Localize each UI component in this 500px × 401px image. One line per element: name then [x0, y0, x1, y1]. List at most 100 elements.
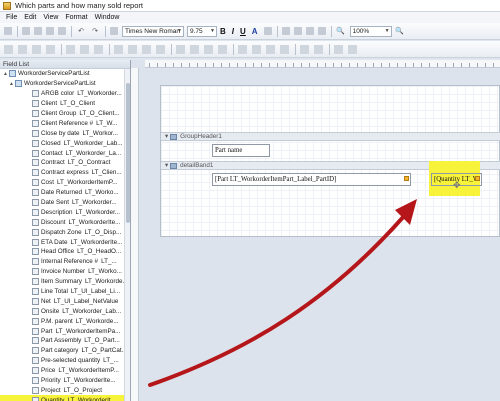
- align-left-icon[interactable]: [281, 27, 290, 35]
- justify-icon[interactable]: [317, 27, 326, 35]
- undo-icon[interactable]: ↶: [76, 26, 86, 36]
- bold-button[interactable]: B: [220, 27, 226, 36]
- delete-icon[interactable]: [58, 27, 66, 35]
- align-tops-icon[interactable]: [66, 44, 75, 54]
- h-spacing-increase-icon[interactable]: [190, 44, 199, 54]
- bring-to-front-icon[interactable]: [334, 44, 343, 54]
- field-list-item[interactable]: Pre-selected quantity LT_...: [0, 356, 130, 366]
- ruler-tick: [357, 63, 358, 67]
- field-list-item[interactable]: Discount LT_WorkorderIte...: [0, 217, 130, 227]
- highlight-color-icon[interactable]: [263, 27, 272, 35]
- same-height-icon[interactable]: [142, 44, 151, 54]
- field-list-item[interactable]: ETA Date LT_WorkorderIte...: [0, 237, 130, 247]
- cut-icon[interactable]: [22, 27, 30, 35]
- collapse-icon[interactable]: ▾: [165, 133, 168, 140]
- field-list-item[interactable]: Part LT_WorkorderItemPa...: [0, 326, 130, 336]
- field-list-item[interactable]: Priority LT_WorkorderIte...: [0, 376, 130, 386]
- zoom-out-icon[interactable]: 🔍: [336, 26, 346, 36]
- menu-view[interactable]: View: [43, 14, 58, 21]
- redo-icon[interactable]: ↷: [90, 26, 100, 36]
- field-list-item[interactable]: Contact LT_Workorder_La...: [0, 148, 130, 158]
- field-list-item[interactable]: Date Sent LT_Workorder...: [0, 198, 130, 208]
- field-list-item[interactable]: Quantity LT_WorkorderIt...: [0, 395, 130, 401]
- field-list-item[interactable]: Cost LT_WorkorderItemP...: [0, 178, 130, 188]
- v-spacing-decrease-icon[interactable]: [266, 44, 275, 54]
- font-color-button[interactable]: A: [252, 27, 258, 36]
- field-list-item[interactable]: Project LT_O_Project: [0, 386, 130, 396]
- align-lefts-icon[interactable]: [18, 44, 27, 54]
- menu-edit[interactable]: Edit: [24, 14, 36, 21]
- zoom-select[interactable]: 100% ▼: [349, 25, 392, 37]
- underline-button[interactable]: U: [240, 27, 246, 36]
- font-size-select[interactable]: 9.75 ▼: [187, 25, 217, 37]
- collapse-icon[interactable]: ▲: [9, 81, 14, 87]
- align-rights-icon[interactable]: [46, 44, 55, 54]
- smart-tag-icon[interactable]: [404, 176, 409, 181]
- part-name-header-cell[interactable]: Part name: [212, 144, 270, 157]
- pointer-icon[interactable]: [110, 27, 118, 35]
- field-list-item[interactable]: Closed LT_Workorder_Lab...: [0, 138, 130, 148]
- field-list-item[interactable]: Contract express LT_Clien...: [0, 168, 130, 178]
- field-list-item[interactable]: Line Total LT_UI_Label_Li...: [0, 287, 130, 297]
- field-list-item[interactable]: Item Summary LT_Workorde...: [0, 277, 130, 287]
- field-list-item[interactable]: Price LT_WorkorderItemP...: [0, 366, 130, 376]
- field-list-item[interactable]: Contract LT_O_Contract: [0, 158, 130, 168]
- smart-tag-icon[interactable]: [475, 176, 480, 181]
- v-spacing-remove-icon[interactable]: [280, 44, 289, 54]
- zoom-in-icon[interactable]: 🔍: [395, 26, 405, 36]
- v-spacing-equal-icon[interactable]: [238, 44, 247, 54]
- align-to-grid-icon[interactable]: [4, 44, 13, 54]
- field-list-item[interactable]: Client LT_O_Client: [0, 99, 130, 109]
- align-center-icon[interactable]: [293, 27, 302, 35]
- same-width-icon[interactable]: [114, 44, 123, 54]
- menu-file[interactable]: File: [6, 14, 17, 21]
- align-centers-icon[interactable]: [32, 44, 41, 54]
- v-spacing-increase-icon[interactable]: [252, 44, 261, 54]
- paste-icon[interactable]: [46, 27, 54, 35]
- field-list-item[interactable]: Invoice Number LT_Worko...: [0, 267, 130, 277]
- field-list-item[interactable]: Dispatch Zone LT_O_Disp...: [0, 227, 130, 237]
- field-list-scrollbar[interactable]: [124, 69, 130, 401]
- menu-window[interactable]: Window: [95, 14, 120, 21]
- field-icon: [32, 307, 39, 315]
- field-list-item[interactable]: Head Office LT_O_HeadO...: [0, 247, 130, 257]
- field-list-item[interactable]: ARGB color LT_Workorder...: [0, 89, 130, 99]
- center-horizontally-icon[interactable]: [300, 44, 309, 54]
- field-list-item[interactable]: Date Returned LT_Worko...: [0, 188, 130, 198]
- tree-group-node[interactable]: ▲ WorkorderServicePartList: [0, 79, 130, 89]
- menu-format[interactable]: Format: [65, 14, 87, 21]
- ruler-tick: [269, 63, 270, 67]
- ruler-tick: [325, 63, 326, 67]
- same-size-icon[interactable]: [156, 44, 165, 54]
- field-list-item[interactable]: Onsite LT_Workorder_Lab...: [0, 306, 130, 316]
- field-icon: [32, 367, 39, 375]
- field-list-item[interactable]: P.M. parent LT_Workorde...: [0, 316, 130, 326]
- collapse-icon[interactable]: ▲: [3, 71, 8, 77]
- field-list-item[interactable]: Part category LT_O_PartCat...: [0, 346, 130, 356]
- field-list-item[interactable]: Client Group LT_O_Client...: [0, 109, 130, 119]
- group-header-band[interactable]: ▾ GroupHeader1: [161, 132, 500, 141]
- send-to-back-icon[interactable]: [348, 44, 357, 54]
- font-name-select[interactable]: Times New Roman ▼: [122, 25, 184, 37]
- field-list-item[interactable]: Internal Reference # LT_...: [0, 257, 130, 267]
- align-right-icon[interactable]: [305, 27, 314, 35]
- size-to-grid-icon[interactable]: [128, 44, 137, 54]
- align-middles-icon[interactable]: [80, 44, 89, 54]
- collapse-icon[interactable]: ▾: [165, 162, 168, 169]
- field-list-item[interactable]: Part Assembly LT_O_Part...: [0, 336, 130, 346]
- field-list-item[interactable]: Client Reference # LT_W...: [0, 118, 130, 128]
- field-list-item[interactable]: Description LT_Workorder...: [0, 207, 130, 217]
- italic-button[interactable]: I: [232, 27, 234, 36]
- h-spacing-equal-icon[interactable]: [176, 44, 185, 54]
- save-icon[interactable]: [4, 27, 12, 35]
- field-list-item[interactable]: Close by date LT_Workor...: [0, 128, 130, 138]
- tree-root-node[interactable]: ▲ WorkorderServicePartList: [0, 69, 130, 79]
- copy-icon[interactable]: [34, 27, 42, 35]
- align-bottoms-icon[interactable]: [94, 44, 103, 54]
- h-spacing-remove-icon[interactable]: [218, 44, 227, 54]
- field-list-item[interactable]: Net LT_UI_Label_NetValue: [0, 296, 130, 306]
- h-spacing-decrease-icon[interactable]: [204, 44, 213, 54]
- scrollbar-thumb[interactable]: [126, 83, 130, 223]
- part-detail-cell[interactable]: [Part LT_WorkorderItemPart_Label_PartID]: [212, 173, 411, 186]
- center-vertically-icon[interactable]: [314, 44, 323, 54]
